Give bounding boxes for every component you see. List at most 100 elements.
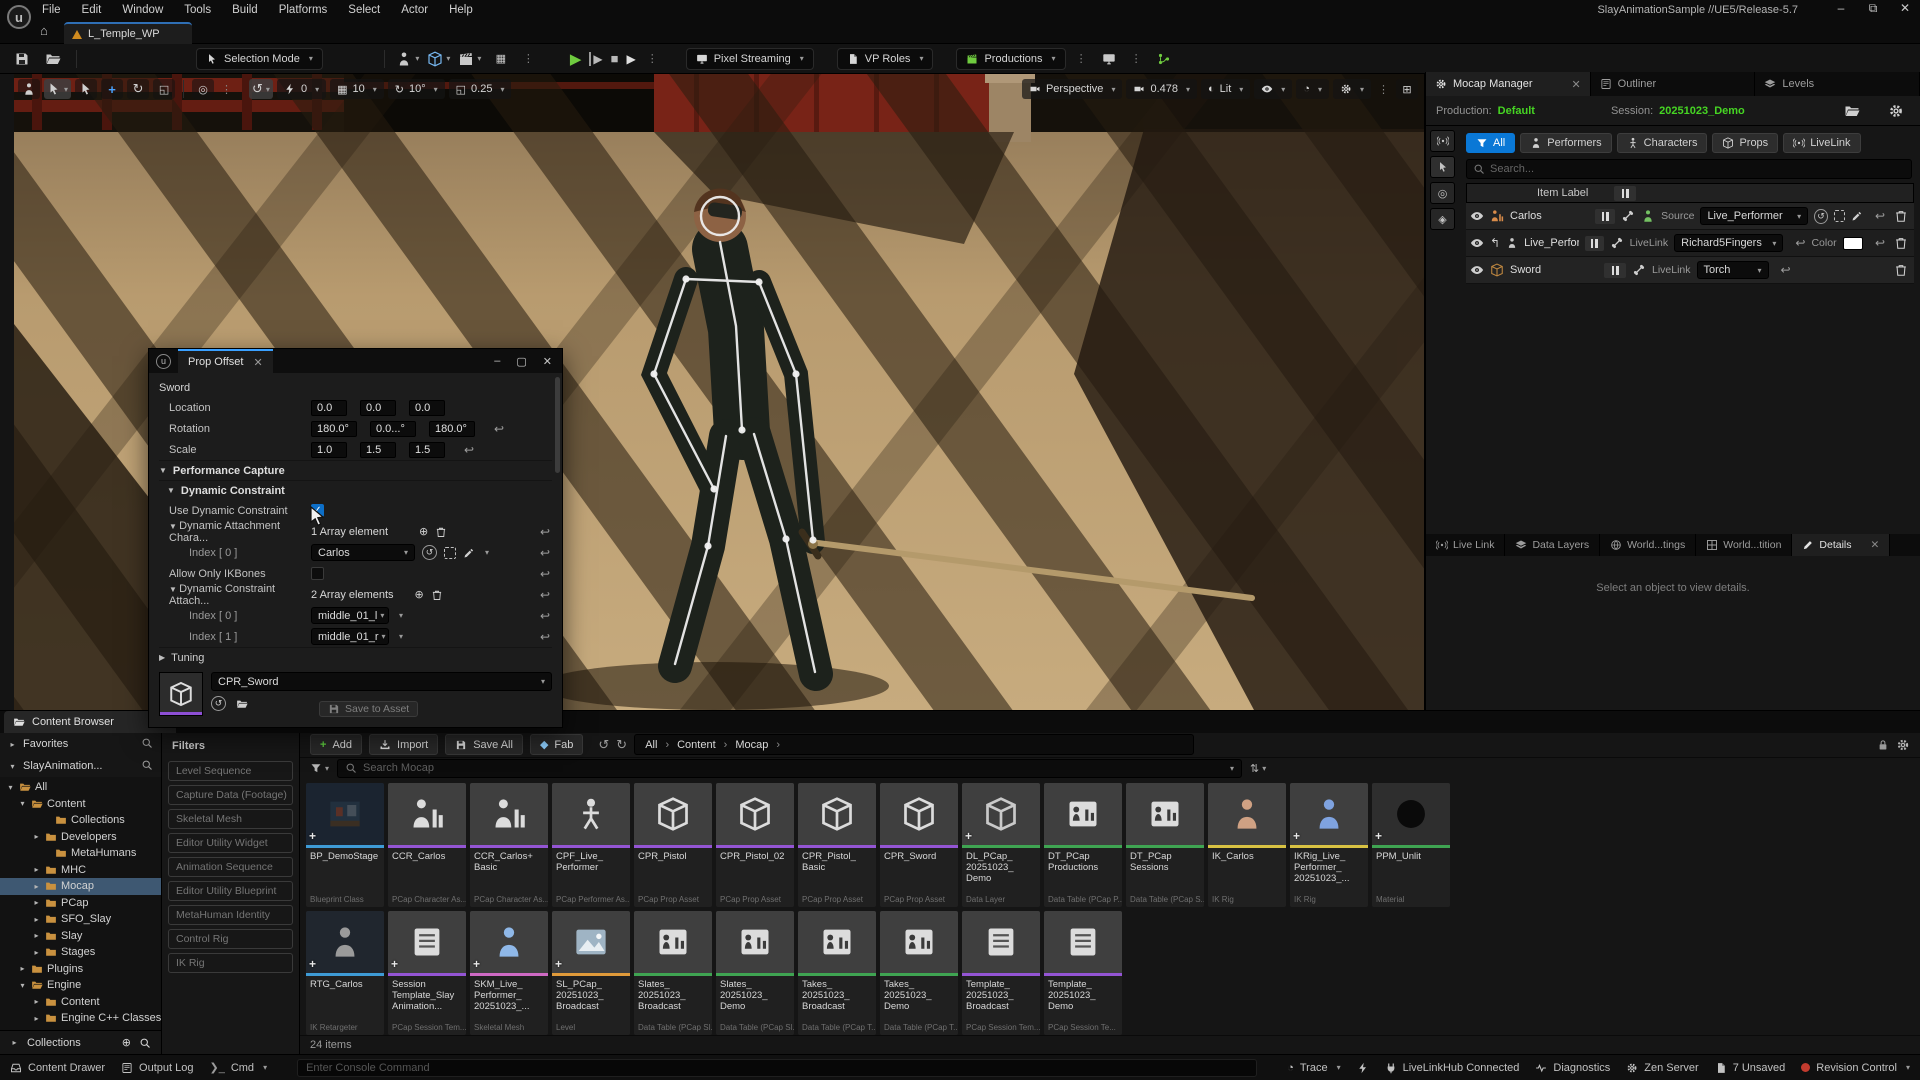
livelink-sources-icon[interactable] (1430, 130, 1455, 152)
import-button[interactable]: Import (369, 734, 438, 755)
delete-item-icon[interactable] (1894, 263, 1908, 277)
folder-tree-item[interactable]: ▸ Developers (0, 829, 161, 846)
blueprints-dropdown[interactable]: ▾ (427, 48, 451, 70)
asset-tile[interactable]: + Session Template_Slay Animation... PCa… (388, 911, 466, 1035)
project-root-row[interactable]: ▾SlayAnimation... (0, 755, 161, 777)
selection-mode-dropdown[interactable]: Selection Mode ▾ (196, 48, 323, 70)
filter-performers-button[interactable]: Performers (1520, 133, 1611, 153)
breadcrumb-mocap[interactable]: Mocap (735, 739, 768, 751)
back-icon[interactable]: ↺ (598, 737, 609, 753)
play-icon[interactable]: ▶ (570, 50, 582, 68)
add-collection-icon[interactable]: ⊕ (122, 1036, 131, 1049)
livelinkhub-status[interactable]: LiveLinkHub Connected (1385, 1062, 1520, 1074)
trace-dropdown[interactable]: ◔Trace▾ (1287, 1062, 1340, 1074)
menu-item[interactable]: Actor (401, 4, 428, 16)
restore-button[interactable]: ⧉ (1864, 1, 1882, 16)
folder-tree-item[interactable]: ▸ Plugins (0, 961, 161, 978)
browse-in-content-icon[interactable] (236, 698, 248, 710)
tab-live-link[interactable]: Live Link (1426, 534, 1505, 556)
forward-icon[interactable]: ↻ (616, 737, 627, 753)
asset-tile[interactable]: CCR_Carlos PCap Character As... (388, 783, 466, 907)
folder-tree-item[interactable]: ▾ Content (0, 796, 161, 813)
search-favorites-icon[interactable] (141, 737, 153, 752)
dialog-scrollbar[interactable] (555, 377, 560, 473)
scale-snap-control[interactable]: ◱ 0.25▾ (449, 79, 512, 99)
pixel-streaming-dropdown[interactable]: Pixel Streaming▾ (686, 48, 814, 70)
reset-subject-icon[interactable]: ↩ (1795, 236, 1805, 250)
toolbar-overflow-icon[interactable]: ⋮ (520, 52, 537, 65)
home-icon[interactable]: ⌂ (40, 23, 48, 38)
folder-tree-item[interactable]: ▸ Slay (0, 928, 161, 945)
folder-tree-item[interactable]: ▸ Engine C++ Classes (0, 1010, 161, 1027)
asset-tile[interactable]: + SKM_Live_ Performer_ 20251023_... Skel… (470, 911, 548, 1035)
delete-item-icon[interactable] (1894, 236, 1908, 250)
world-space-icon[interactable]: ◎ (192, 79, 214, 99)
filter-livelink-button[interactable]: LiveLink (1783, 133, 1860, 153)
filter-characters-button[interactable]: Characters (1617, 133, 1708, 153)
eyedropper-icon[interactable] (1851, 210, 1863, 222)
revision-control-dropdown[interactable]: Revision Control▾ (1801, 1062, 1910, 1074)
session-value[interactable]: 20251023_Demo (1659, 105, 1745, 117)
pause-all-button[interactable] (1614, 186, 1636, 201)
takes-icon[interactable]: ◈ (1430, 208, 1455, 230)
prop-offset-window[interactable]: u Prop Offset ✕ – ▢ ✕ Sword Location 0.0… (148, 348, 563, 728)
prop-asset-thumbnail[interactable] (159, 672, 203, 716)
asset-tile[interactable]: Takes_ 20251023_ Broadcast Data Table (P… (798, 911, 876, 1035)
folder-tree-item[interactable]: ▸ PCap (0, 895, 161, 912)
asset-search-box[interactable]: ▾ (337, 759, 1242, 778)
asset-tile[interactable]: Template_ 20251023_ Demo PCap Session Te… (1044, 911, 1122, 1035)
delete-array-icon[interactable] (431, 589, 443, 601)
location-y-field[interactable]: 0.0 (360, 400, 396, 416)
asset-tile[interactable]: + SL_PCap_ 20251023_ Broadcast Level (552, 911, 630, 1035)
filter-pill[interactable]: Editor Utility Widget (168, 833, 293, 853)
mocap-settings-icon[interactable] (1888, 103, 1904, 119)
delete-item-icon[interactable] (1894, 209, 1908, 223)
asset-tile[interactable]: Takes_ 20251023_ Demo Data Table (PCap T… (880, 911, 958, 1035)
asset-tile[interactable]: Slates_ 20251023_ Demo Data Table (PCap … (716, 911, 794, 1035)
menu-item[interactable]: Platforms (279, 4, 328, 16)
asset-tile[interactable]: DT_PCap Sessions Data Table (PCap S... (1126, 783, 1204, 907)
favorites-row[interactable]: ▸Favorites (0, 733, 161, 755)
reset-cindex0-icon[interactable]: ↩ (540, 609, 550, 623)
breadcrumb-all[interactable]: All (645, 739, 657, 751)
performance-capture-section[interactable]: ▼Performance Capture (159, 460, 552, 480)
pause-item-button[interactable] (1604, 263, 1626, 278)
allow-ikbones-checkbox[interactable] (311, 567, 324, 580)
options-chevron-icon[interactable]: ▾ (485, 548, 489, 557)
sort-icon[interactable]: ⇅▾ (1250, 762, 1266, 775)
mocap-search-box[interactable] (1466, 159, 1912, 179)
livelink-subject-select[interactable]: Richard5Fingers▾ (1674, 234, 1783, 252)
add-actor-dropdown[interactable]: ▾ (396, 48, 420, 70)
vp-roles-dropdown[interactable]: VP Roles▾ (837, 48, 934, 70)
mocap-row-carlos[interactable]: Carlos Source Live_Performer▾ ↺ ↩ (1466, 203, 1914, 230)
bone-options-icon[interactable]: ▾ (399, 632, 403, 641)
record-icon[interactable]: ◎ (1430, 182, 1455, 204)
asset-tile[interactable]: + RTG_Carlos IK Retargeter (306, 911, 384, 1035)
filter-pill[interactable]: Level Sequence (168, 761, 293, 781)
folder-tree-item[interactable]: ▾ All (0, 779, 161, 796)
reset-index0-icon[interactable]: ↩ (540, 546, 550, 560)
search-collections-icon[interactable] (139, 1037, 151, 1049)
content-drawer-button[interactable]: Content Drawer (10, 1062, 105, 1074)
folder-tree-item[interactable]: ▸ MHC (0, 862, 161, 879)
add-array-element-icon[interactable]: ⊕ (419, 525, 428, 538)
transform-options-icon[interactable]: ⋮ (218, 83, 235, 96)
reset-row-icon[interactable]: ↩ (1875, 209, 1885, 223)
tuning-section[interactable]: ▶Tuning (159, 647, 552, 667)
reset-constraint-icon[interactable]: ↩ (540, 588, 550, 602)
livelink-subject-select[interactable]: Torch▾ (1697, 261, 1769, 279)
bone-options-icon[interactable]: ▾ (399, 611, 403, 620)
tab-outliner[interactable]: Outliner (1591, 72, 1756, 96)
reset-subject-icon[interactable]: ↩ (1781, 263, 1791, 277)
pause-item-button[interactable] (1595, 209, 1615, 224)
rotate-tool-icon[interactable]: ↻ (127, 79, 149, 99)
scale-x-field[interactable]: 1.0 (311, 442, 347, 458)
menu-item[interactable]: File (42, 4, 61, 16)
folder-tree-item[interactable]: ▾ Engine (0, 977, 161, 994)
dialog-maximize-icon[interactable]: ▢ (516, 355, 526, 368)
add-array-element-icon[interactable]: ⊕ (415, 588, 424, 601)
asset-tile[interactable]: Slates_ 20251023_ Broadcast Data Table (… (634, 911, 712, 1035)
selection-tool-icon[interactable] (1430, 156, 1455, 178)
tab-close-icon[interactable]: ✕ (253, 356, 262, 369)
select-mode-icon[interactable]: ▾ (44, 79, 71, 99)
